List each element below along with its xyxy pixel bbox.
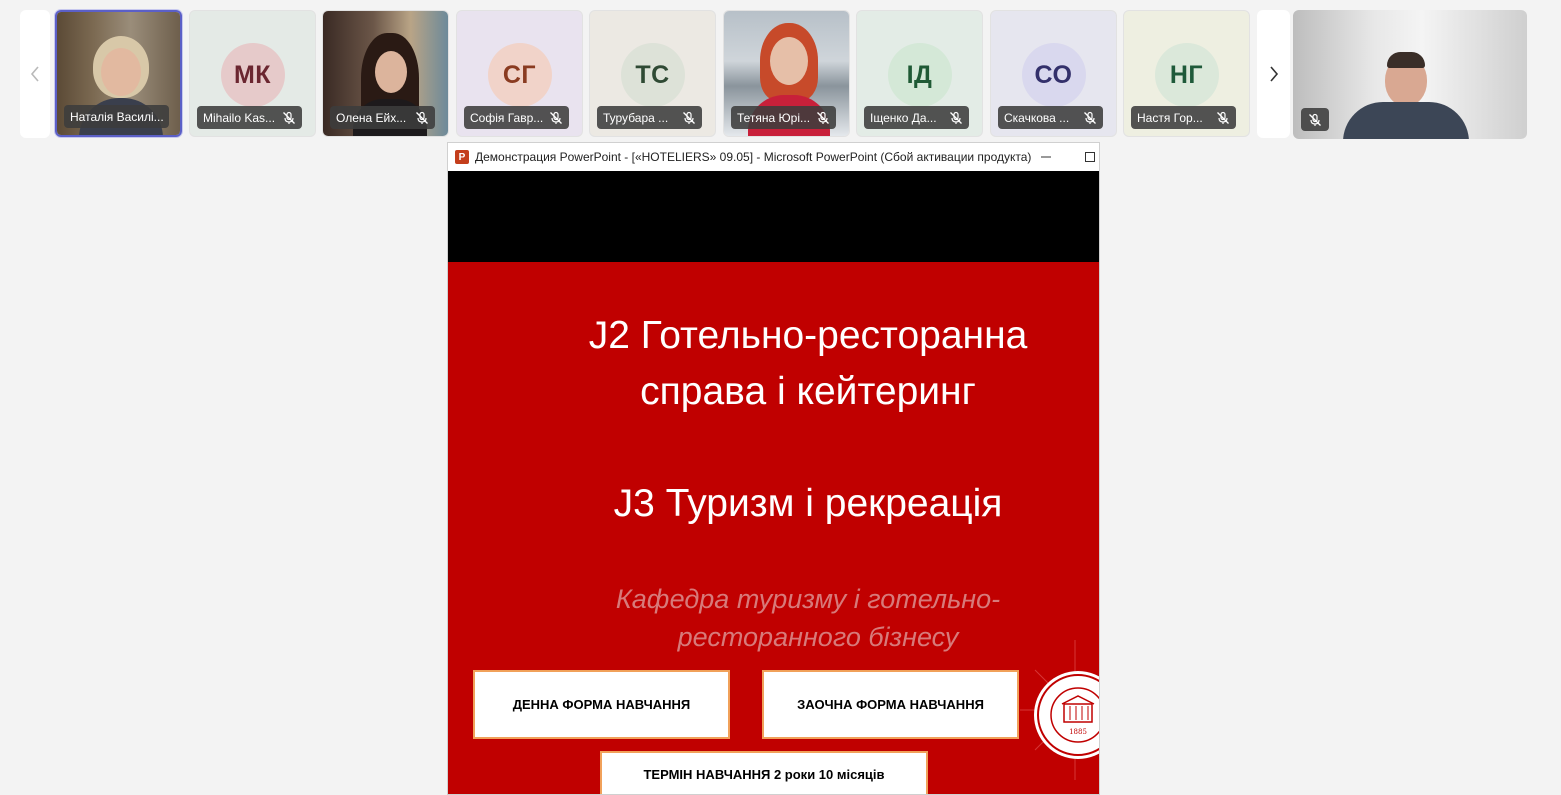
participant-tile[interactable]: Олена Ейх... bbox=[322, 10, 449, 137]
mic-muted-icon bbox=[416, 111, 428, 124]
participant-name: Софія Гавр... bbox=[470, 110, 544, 125]
participant-name: Mihailo Kas... bbox=[203, 110, 276, 125]
participant-name-bar: Тетяна Юрі... bbox=[731, 106, 836, 129]
participant-name-bar: Наталія Василі... bbox=[64, 105, 169, 128]
participant-tile[interactable]: МК Mihailo Kas... bbox=[189, 10, 316, 137]
maximize-button[interactable] bbox=[1070, 143, 1110, 171]
extramural-form-button[interactable]: ЗАОЧНА ФОРМА НАВЧАННЯ bbox=[762, 670, 1019, 739]
participant-tile[interactable]: СГ Софія Гавр... bbox=[456, 10, 583, 137]
minimize-button[interactable] bbox=[1026, 143, 1066, 171]
slide-top-band bbox=[448, 171, 1099, 262]
seal-year: 1885 bbox=[1069, 728, 1087, 736]
minimize-icon bbox=[1041, 156, 1051, 158]
participant-video-face bbox=[770, 37, 808, 85]
participant-name-bar: Іщенко Да... bbox=[864, 106, 969, 129]
day-form-button[interactable]: ДЕННА ФОРМА НАВЧАННЯ bbox=[473, 670, 730, 739]
department-seal-logo: 1885 bbox=[1020, 640, 1099, 780]
participant-name-bar: Турубара ... bbox=[597, 106, 702, 129]
participant-name: Скачкова ... bbox=[1004, 110, 1070, 125]
self-mic-badge bbox=[1301, 108, 1329, 131]
mic-muted-icon bbox=[817, 111, 829, 124]
participant-name: Олена Ейх... bbox=[336, 110, 407, 125]
participant-tile[interactable]: ІД Іщенко Да... bbox=[856, 10, 983, 137]
participant-name-bar: Софія Гавр... bbox=[464, 106, 569, 129]
participant-name: Турубара ... bbox=[603, 110, 669, 125]
mic-muted-icon bbox=[950, 111, 962, 124]
self-view-tile[interactable] bbox=[1293, 10, 1527, 139]
maximize-icon bbox=[1085, 152, 1095, 162]
powerpoint-icon: P bbox=[455, 150, 469, 164]
slide-line-2: справа і кейтеринг bbox=[640, 370, 976, 413]
participant-name: Тетяна Юрі... bbox=[737, 110, 811, 125]
participant-name-bar: Скачкова ... bbox=[998, 106, 1103, 129]
strip-prev-button[interactable] bbox=[20, 10, 50, 138]
mic-muted-icon bbox=[1309, 113, 1321, 126]
ppt-title-bar: P Демонстрация PowerPoint - [«HOTELIERS»… bbox=[448, 143, 1099, 171]
participant-tile[interactable]: Тетяна Юрі... bbox=[723, 10, 850, 137]
chevron-right-icon bbox=[1269, 66, 1278, 82]
slide-line-3: J3 Туризм і рекреація bbox=[613, 482, 1003, 525]
avatar: СГ bbox=[487, 43, 552, 107]
avatar: МК bbox=[220, 43, 285, 107]
participant-video-face bbox=[101, 48, 141, 96]
participant-tile[interactable]: Наталія Василі... bbox=[55, 10, 182, 137]
participant-name-bar: Настя Гор... bbox=[1131, 106, 1236, 129]
mic-muted-icon bbox=[683, 111, 695, 124]
participant-name: Настя Гор... bbox=[1137, 110, 1203, 125]
avatar: ТС bbox=[620, 43, 685, 107]
mic-muted-icon bbox=[550, 111, 562, 124]
avatar: СО bbox=[1021, 43, 1086, 107]
mic-muted-icon bbox=[283, 111, 295, 124]
participant-video-face bbox=[375, 51, 407, 93]
participant-name: Наталія Василі... bbox=[70, 109, 164, 124]
avatar: ІД bbox=[887, 43, 952, 107]
slide-subtitle-1: Кафедра туризму і готельно- bbox=[615, 584, 1001, 614]
participant-tile[interactable]: НГ Настя Гор... bbox=[1123, 10, 1250, 137]
slide: J2 Готельно-ресторанна справа і кейтерин… bbox=[448, 262, 1099, 794]
self-view-hair bbox=[1387, 52, 1425, 68]
study-term-button[interactable]: ТЕРМІН НАВЧАННЯ 2 роки 10 місяців bbox=[600, 751, 928, 794]
participant-tile[interactable]: ТС Турубара ... bbox=[589, 10, 716, 137]
chevron-left-icon bbox=[30, 66, 39, 82]
strip-next-button[interactable] bbox=[1257, 10, 1290, 138]
ppt-window-title: Демонстрация PowerPoint - [«HOTELIERS» 0… bbox=[475, 150, 1032, 164]
self-view-body bbox=[1343, 102, 1469, 139]
shared-powerpoint-window: P Демонстрация PowerPoint - [«HOTELIERS»… bbox=[448, 143, 1099, 794]
mic-muted-icon bbox=[1217, 111, 1229, 124]
participant-name-bar: Олена Ейх... bbox=[330, 106, 435, 129]
participant-tile[interactable]: СО Скачкова ... bbox=[990, 10, 1117, 137]
mic-muted-icon bbox=[1084, 111, 1096, 124]
avatar: НГ bbox=[1154, 43, 1219, 107]
slide-line-1: J2 Готельно-ресторанна bbox=[588, 314, 1028, 357]
participant-name-bar: Mihailo Kas... bbox=[197, 106, 302, 129]
teams-meeting-view: Наталія Василі... МК Mihailo Kas... Олен… bbox=[0, 0, 1561, 795]
slide-subtitle-2: ресторанного бізнесу bbox=[677, 622, 959, 652]
participant-name: Іщенко Да... bbox=[870, 110, 937, 125]
